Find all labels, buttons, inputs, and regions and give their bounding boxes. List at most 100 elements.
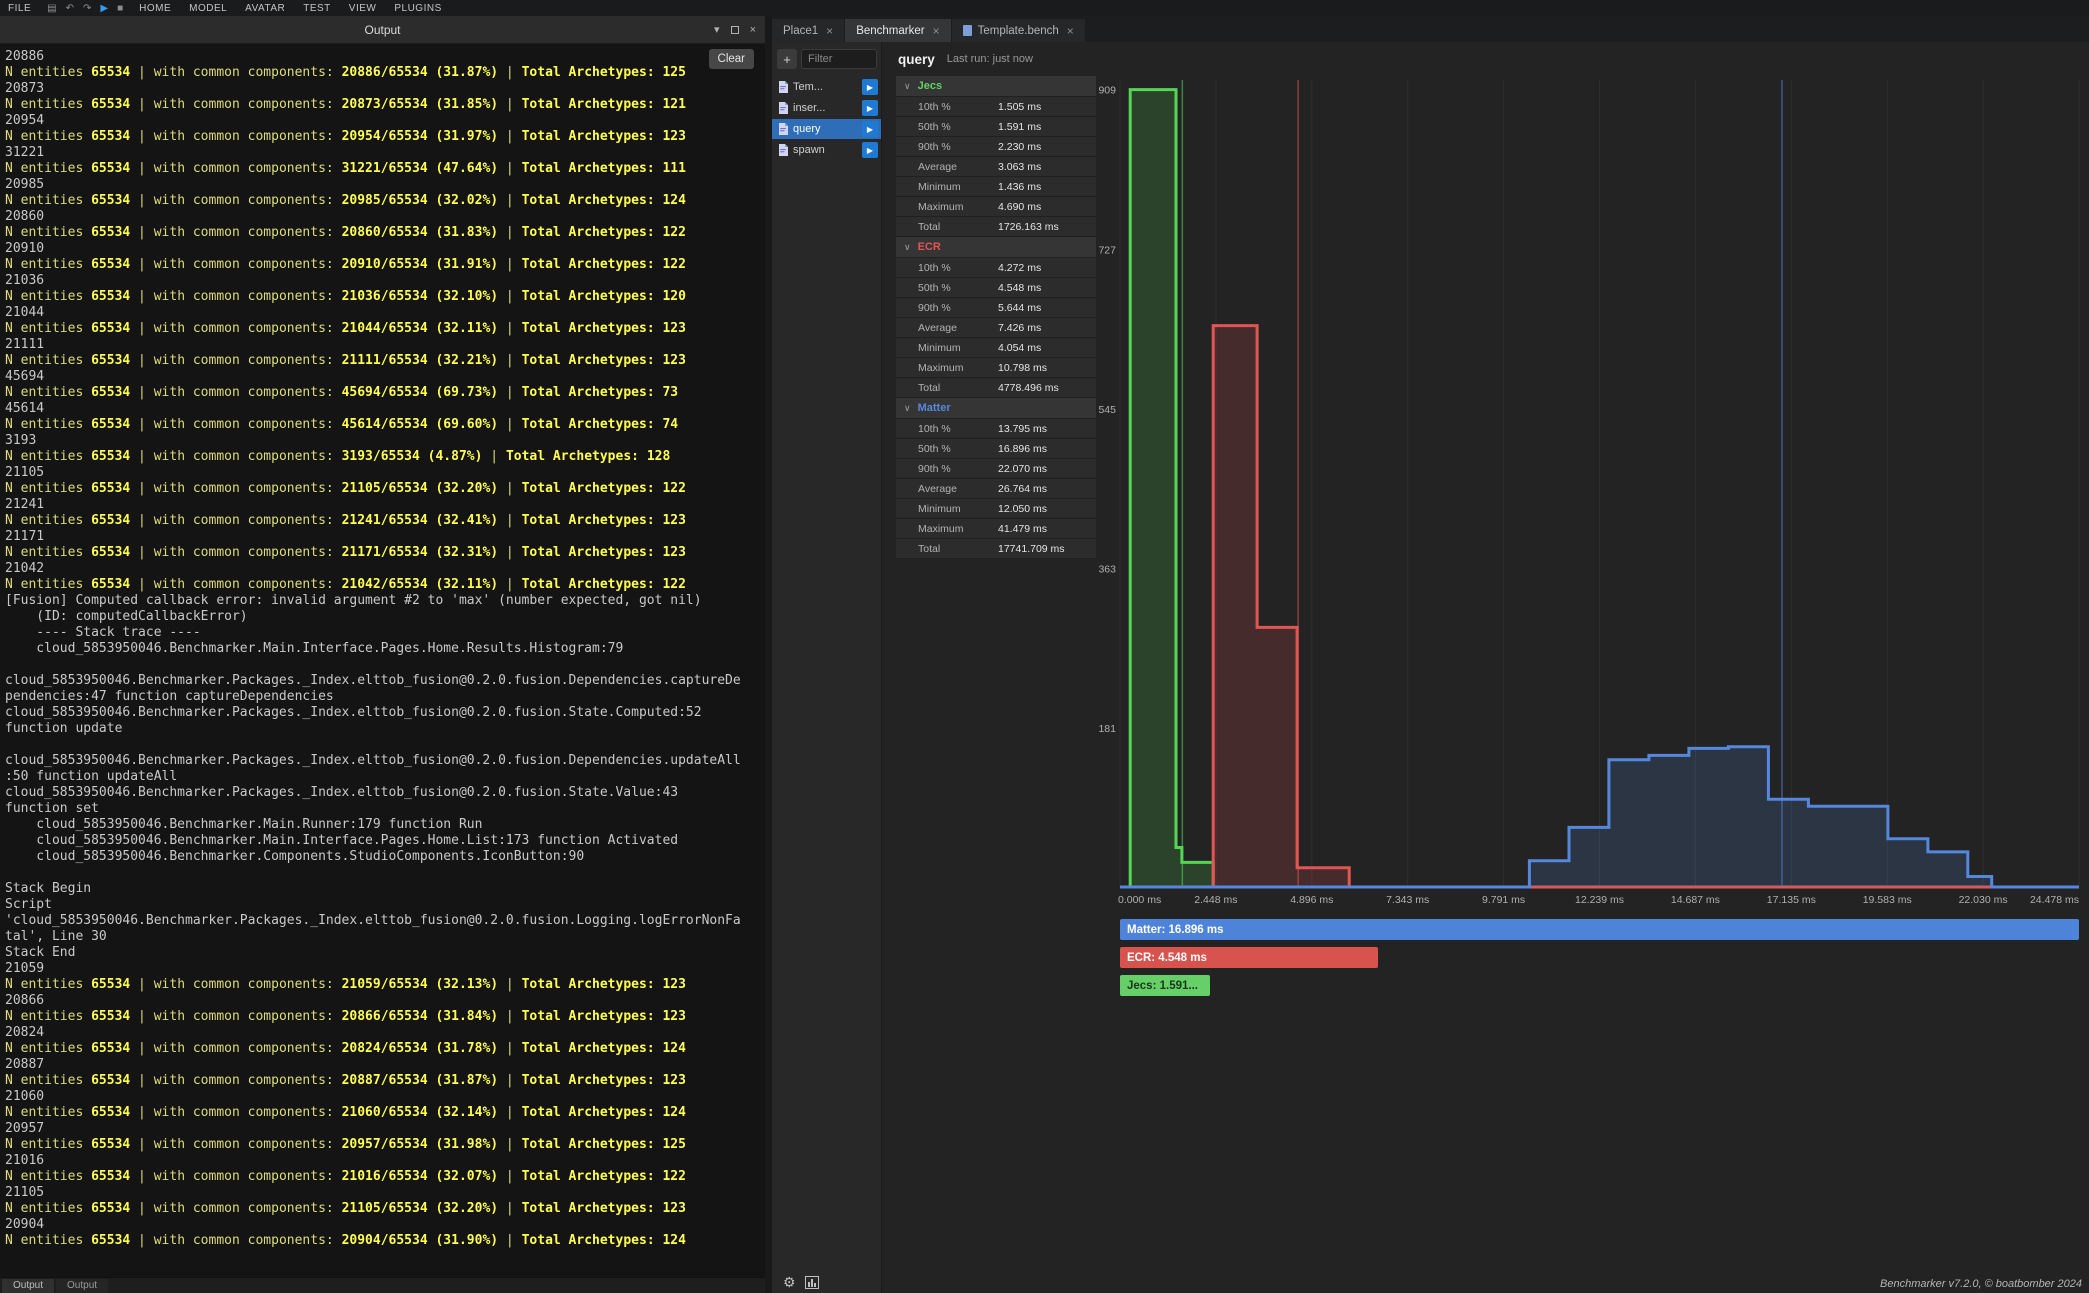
- benchmark-item-query[interactable]: query ▶: [772, 119, 881, 139]
- benchmark-item-spawn[interactable]: spawn▶: [772, 140, 881, 160]
- output-tab[interactable]: Output: [2, 1279, 54, 1293]
- log-line: N entities 65534 | with common component…: [5, 417, 765, 433]
- menu-avatar[interactable]: AVATAR: [245, 3, 285, 14]
- log-line: cloud_5853950046.Benchmarker.Components.…: [5, 849, 765, 865]
- stat-label: 90th %: [918, 141, 998, 153]
- menu-file[interactable]: FILE: [8, 3, 31, 14]
- stop-icon[interactable]: ■: [117, 3, 123, 14]
- stats-section-title: Jecs: [918, 80, 942, 92]
- report-icon[interactable]: [805, 1276, 819, 1289]
- output-header-icons: ▾ ×: [714, 23, 765, 36]
- log-line: N entities 65534 | with common component…: [5, 1073, 765, 1089]
- menu-home[interactable]: HOME: [139, 3, 171, 14]
- run-benchmark-button[interactable]: ▶: [862, 142, 878, 158]
- gear-icon[interactable]: ⚙: [783, 1274, 796, 1291]
- tab-close-icon[interactable]: ×: [826, 24, 833, 38]
- stats-section-ecr[interactable]: ∨ECR: [896, 237, 1096, 258]
- log-line: 21105: [5, 1185, 765, 1201]
- float-window-icon[interactable]: [731, 26, 739, 34]
- x-tick-label: 4.896 ms: [1290, 894, 1333, 906]
- legend-label: Matter: 16.896 ms: [1127, 924, 1224, 936]
- chart-legend: Matter: 16.896 msECR: 4.548 msJecs: 1.59…: [1120, 919, 2079, 1003]
- doc-tab-benchmarker[interactable]: Benchmarker×: [845, 19, 950, 42]
- pane-splitter[interactable]: [765, 16, 772, 1293]
- tab-close-icon[interactable]: ×: [933, 24, 940, 38]
- output-tab[interactable]: Output: [56, 1279, 108, 1293]
- close-icon[interactable]: ×: [750, 24, 756, 36]
- filter-input[interactable]: [801, 49, 877, 69]
- histogram-chart: 0.000 ms2.448 ms4.896 ms7.343 ms9.791 ms…: [1096, 76, 2088, 911]
- log-line: N entities 65534 | with common component…: [5, 545, 765, 561]
- benchmark-item-tem[interactable]: Tem...▶: [772, 77, 881, 97]
- menu-model[interactable]: MODEL: [189, 3, 227, 14]
- bench-file-icon: [963, 25, 972, 36]
- stats-row: 10th %1.505 ms: [896, 97, 1096, 117]
- stat-value: 4.548 ms: [998, 282, 1041, 294]
- output-panel-header[interactable]: Output ▾ ×: [0, 16, 765, 44]
- y-tick-label: 909: [1098, 85, 1116, 97]
- output-bottom-tabs: OutputOutput: [0, 1277, 765, 1293]
- log-line: 21016: [5, 1153, 765, 1169]
- log-line: N entities 65534 | with common component…: [5, 193, 765, 209]
- log-line: 21044: [5, 305, 765, 321]
- stats-section-jecs[interactable]: ∨ Jecs: [896, 76, 1096, 97]
- play-icon[interactable]: ▶: [100, 3, 108, 14]
- y-tick-label: 363: [1098, 564, 1116, 576]
- menu-plugins[interactable]: PLUGINS: [394, 3, 441, 14]
- stat-value: 12.050 ms: [998, 503, 1047, 515]
- run-benchmark-button[interactable]: ▶: [862, 79, 878, 95]
- version-credit: Benchmarker v7.2.0, © boatbomber 2024: [1880, 1278, 2082, 1290]
- script-icon: [778, 144, 788, 156]
- chevron-down-icon[interactable]: ▾: [714, 23, 720, 36]
- log-line: N entities 65534 | with common component…: [5, 1009, 765, 1025]
- stats-section-matter[interactable]: ∨Matter: [896, 398, 1096, 419]
- log-line: cloud_5853950046.Benchmarker.Packages._I…: [5, 785, 765, 801]
- stat-value: 7.426 ms: [998, 322, 1041, 334]
- save-icon[interactable]: ▤: [47, 3, 56, 14]
- log-line: 20873: [5, 81, 765, 97]
- stat-value: 4778.496 ms: [998, 382, 1059, 394]
- chevron-down-icon: ∨: [904, 81, 911, 92]
- add-benchmark-button[interactable]: +: [777, 49, 797, 69]
- stat-label: 50th %: [918, 443, 998, 455]
- benchmark-item-label: query: [793, 123, 821, 135]
- undo-icon[interactable]: ↶: [66, 3, 74, 14]
- x-tick-label: 14.687 ms: [1671, 894, 1720, 906]
- run-benchmark-button[interactable]: ▶: [862, 100, 878, 116]
- stat-label: Maximum: [918, 362, 998, 374]
- stats-row: 50th %4.548 ms: [896, 278, 1096, 298]
- stat-value: 5.644 ms: [998, 302, 1041, 314]
- output-log-container[interactable]: Clear 20886 N entities 65534 | with commo…: [0, 44, 765, 1277]
- stats-row: Total17741.709 ms: [896, 539, 1096, 559]
- run-benchmark-button[interactable]: ▶: [862, 121, 878, 137]
- stat-label: 10th %: [918, 262, 998, 274]
- redo-icon[interactable]: ↷: [83, 3, 91, 14]
- y-tick-label: 545: [1098, 404, 1116, 416]
- clear-output-button[interactable]: Clear: [709, 49, 754, 69]
- x-tick-label: 9.791 ms: [1482, 894, 1525, 906]
- menu-test[interactable]: TEST: [303, 3, 331, 14]
- benchmark-item-inser[interactable]: inser...▶: [772, 98, 881, 118]
- x-tick-label: 0.000 ms: [1118, 894, 1161, 906]
- stats-row: 90th %22.070 ms: [896, 459, 1096, 479]
- doc-tab-template-bench[interactable]: Template.bench×: [952, 19, 1085, 42]
- stats-row: Average26.764 ms: [896, 479, 1096, 499]
- log-line: 3193: [5, 433, 765, 449]
- x-tick-label: 22.030 ms: [1959, 894, 2008, 906]
- log-line: N entities 65534 | with common component…: [5, 129, 765, 145]
- tab-close-icon[interactable]: ×: [1067, 24, 1074, 38]
- log-line: cloud_5853950046.Benchmarker.Packages._I…: [5, 705, 765, 721]
- stats-row: Maximum41.479 ms: [896, 519, 1096, 539]
- log-line: function set: [5, 801, 765, 817]
- menu-view[interactable]: VIEW: [349, 3, 377, 14]
- stat-value: 13.795 ms: [998, 423, 1047, 435]
- doc-tab-place1[interactable]: Place1×: [772, 19, 844, 42]
- log-line: [5, 737, 765, 753]
- menubar-menus: HOME MODEL AVATAR TEST VIEW PLUGINS: [139, 3, 442, 14]
- log-line: N entities 65534 | with common component…: [5, 321, 765, 337]
- log-line: ---- Stack trace ----: [5, 625, 765, 641]
- log-line: 20886: [5, 49, 765, 65]
- benchmark-sidebar: + Tem...▶inser...▶query▶spawn▶: [772, 42, 882, 1293]
- stat-label: Total: [918, 543, 998, 555]
- plugin-footer: ⚙: [783, 1274, 819, 1291]
